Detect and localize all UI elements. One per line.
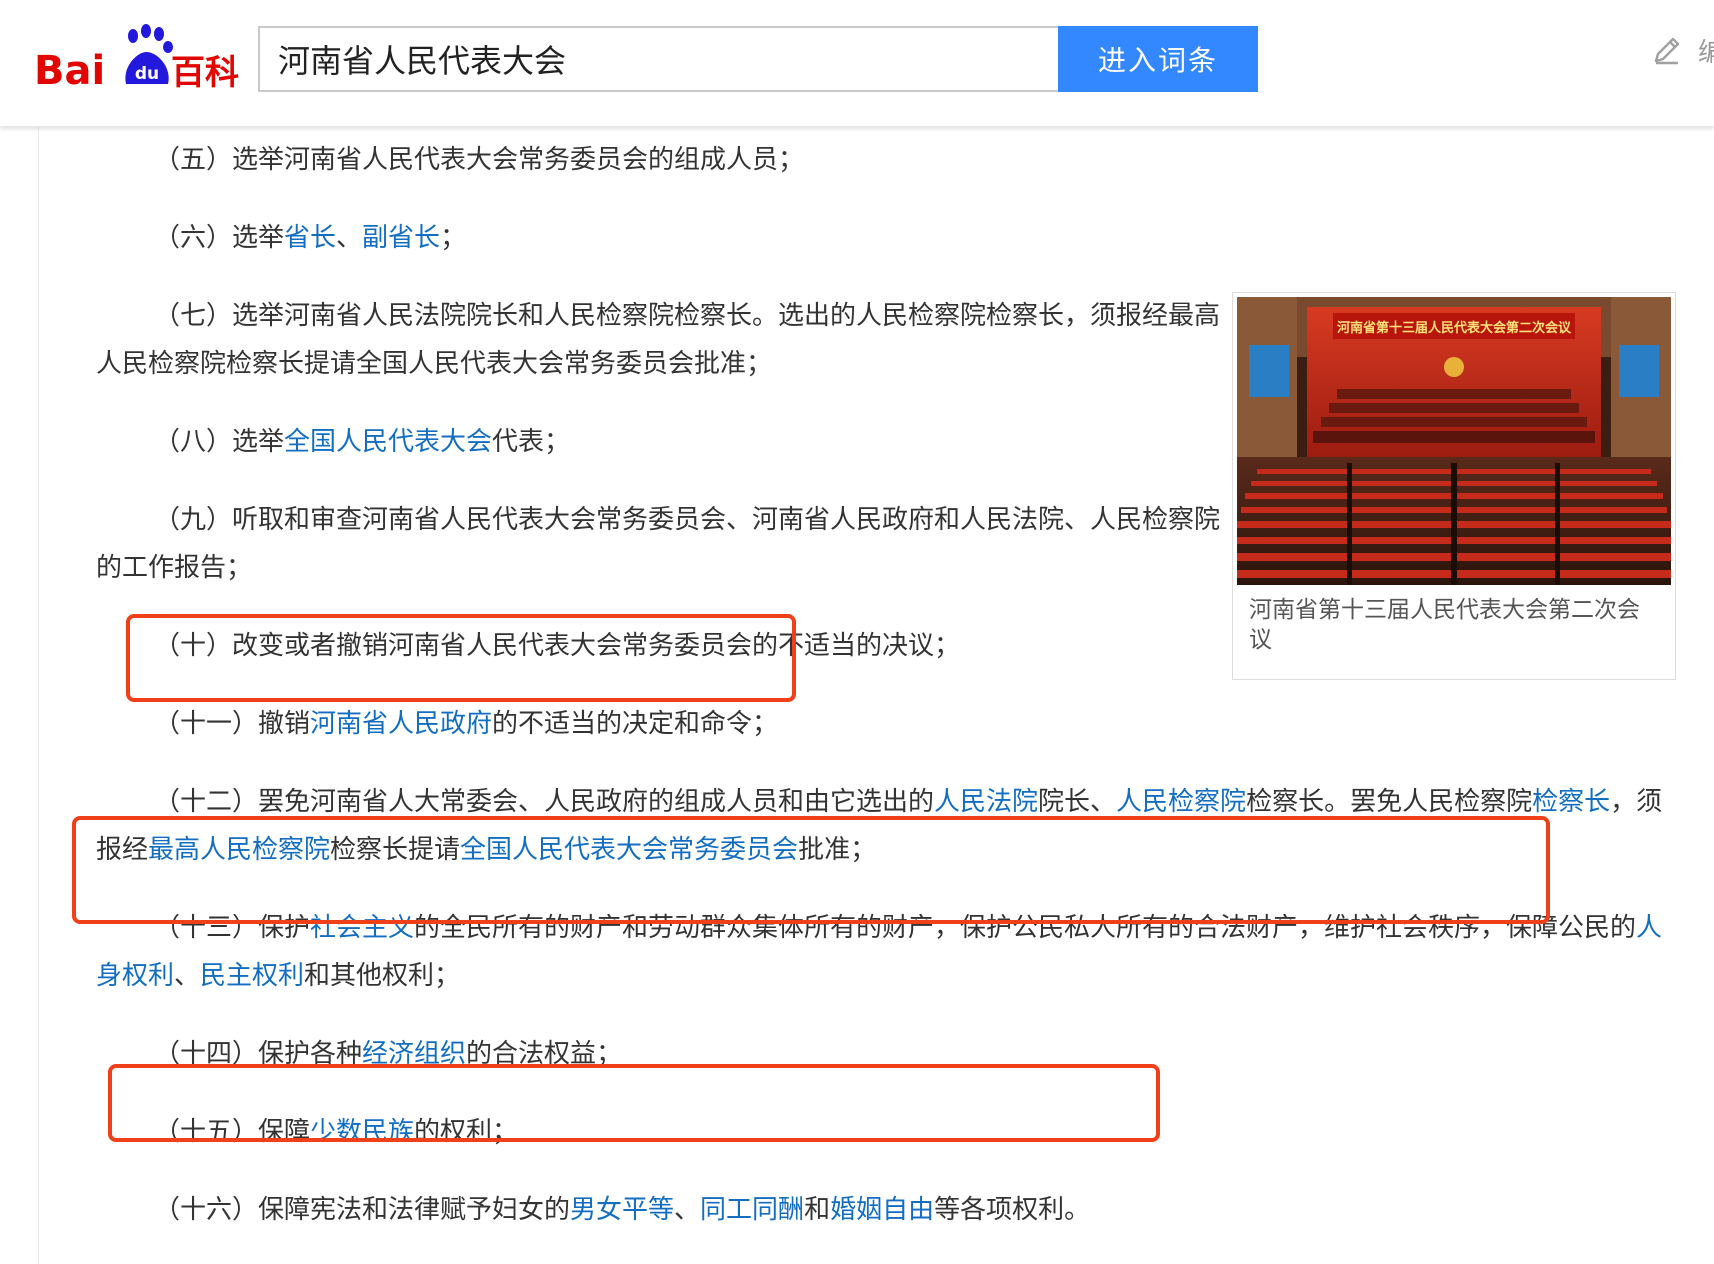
paragraph-text: （六）选举 [154, 223, 285, 253]
wiki-link[interactable]: 经济组织 [362, 1039, 466, 1069]
image-caption: 河南省第十三届人民代表大会第二次会议 [1249, 597, 1640, 653]
paragraph-text: （七）选举河南省人民法院院长和人民检察院检察长。选出的人民检察院检察长，须报经最… [96, 301, 1221, 379]
image-card[interactable]: 河南省第十三届人民代表大会第二次会议 河南省第十三届人民代表大会第二次会议 [1232, 292, 1676, 680]
paragraph-text: 院长、 [1038, 787, 1117, 817]
wiki-link[interactable]: 副省长 [362, 223, 440, 253]
paragraph-text: 、 [674, 1195, 701, 1225]
paragraph-text: 批准； [798, 835, 877, 865]
paragraph-item-11: （十一）撤销河南省人民政府的不适当的决定和命令； [96, 700, 1226, 748]
paragraph-item-9: （九）听取和审查河南省人民代表大会常务委员会、河南省人民政府和人民法院、人民检察… [96, 496, 1226, 592]
svg-text:Bai: Bai [34, 48, 105, 92]
paragraph-text: （八）选举 [154, 427, 285, 457]
paragraph-text: （十五）保障 [154, 1117, 311, 1147]
paragraph-text: 、 [174, 961, 201, 991]
paragraph-text: 等各项权利。 [934, 1195, 1091, 1225]
paragraph-text: （十三）保护 [154, 913, 311, 943]
paragraph-item-5: （五）选举河南省人民代表大会常务委员会的组成人员； [96, 136, 1226, 184]
paragraph-text: ； [440, 223, 467, 253]
paragraph-text: （十四）保护各种 [154, 1039, 363, 1069]
paragraph-item-13: （十三）保护社会主义的全民所有的财产和劳动群众集体所有的财产，保护公民私人所有的… [96, 904, 1676, 1000]
meeting-hall-image: 河南省第十三届人民代表大会第二次会议 [1237, 297, 1671, 585]
paragraph-text: 和其他权利； [304, 961, 461, 991]
top-header: du Bai 百科 进入词条 编 [0, 0, 1714, 127]
banner-text: 河南省第十三届人民代表大会第二次会议 [1337, 320, 1572, 336]
paragraph-item-15: （十五）保障少数民族的权利； [96, 1108, 1676, 1156]
paragraph-text: 的合法权益； [466, 1039, 623, 1069]
wiki-link[interactable]: 全国人民代表大会 [284, 427, 492, 457]
edit-label: 编 [1698, 37, 1714, 68]
pencil-icon [1654, 37, 1680, 65]
paragraph-text: （十二）罢免河南省人大常委会、人民政府的组成人员和由它选出的 [154, 787, 935, 817]
wiki-link[interactable]: 人民法院 [934, 787, 1038, 817]
paragraph-item-7: （七）选举河南省人民法院院长和人民检察院检察长。选出的人民检察院检察长，须报经最… [96, 292, 1226, 388]
paragraph-text: 的权利； [414, 1117, 519, 1147]
wiki-link[interactable]: 最高人民检察院 [148, 835, 330, 865]
paragraph-item-12: （十二）罢免河南省人大常委会、人民政府的组成人员和由它选出的人民法院院长、人民检… [96, 778, 1676, 874]
svg-text:du: du [135, 64, 159, 84]
wiki-link[interactable]: 人民检察院 [1116, 787, 1246, 817]
paragraph-text: 代表； [492, 427, 571, 457]
paragraph-item-16: （十六）保障宪法和法律赋予妇女的男女平等、同工同酬和婚姻自由等各项权利。 [96, 1186, 1676, 1234]
svg-text:百科: 百科 [171, 53, 239, 92]
paragraph-text: 和 [804, 1195, 831, 1225]
wiki-link[interactable]: 河南省人民政府 [310, 709, 492, 739]
wiki-link[interactable]: 少数民族 [310, 1117, 414, 1147]
search-input[interactable] [258, 26, 1058, 92]
paragraph-item-14: （十四）保护各种经济组织的合法权益； [96, 1030, 1676, 1078]
paragraph-text: 检察长提请 [330, 835, 461, 865]
wiki-link[interactable]: 检察长 [1532, 787, 1610, 817]
paragraph-item-6: （六）选举省长、副省长； [96, 214, 1226, 262]
wiki-link[interactable]: 民主权利 [200, 961, 304, 991]
paragraph-text: （五）选举河南省人民代表大会常务委员会的组成人员； [154, 145, 805, 175]
paragraph-text: 的全民所有的财产和劳动群众集体所有的财产，保护公民私人所有的合法财产，维护社会秩… [414, 913, 1637, 943]
wiki-link[interactable]: 婚姻自由 [830, 1195, 934, 1225]
paragraph-text: （十）改变或者撤销河南省人民代表大会常务委员会的不适当的决议； [154, 631, 961, 661]
baidu-baike-logo[interactable]: du Bai 百科 [34, 22, 244, 92]
wiki-link[interactable]: 省长 [284, 223, 336, 253]
wiki-link[interactable]: 全国人民代表大会常务委员会 [460, 835, 798, 865]
paragraph-text: （九）听取和审查河南省人民代表大会常务委员会、河南省人民政府和人民法院、人民检察… [96, 505, 1221, 583]
paragraph-item-10: （十）改变或者撤销河南省人民代表大会常务委员会的不适当的决议； [96, 622, 1226, 670]
baidu-baike-logo-graphic: du Bai 百科 [34, 24, 239, 92]
meeting-photo[interactable]: 河南省第十三届人民代表大会第二次会议 [1237, 297, 1671, 585]
paragraph-text: 检察长。罢免人民检察院 [1246, 787, 1533, 817]
wiki-link[interactable]: 男女平等 [570, 1195, 674, 1225]
wiki-link[interactable]: 社会主义 [310, 913, 414, 943]
edit-link[interactable]: 编 [1650, 30, 1714, 70]
enter-entry-button[interactable]: 进入词条 [1058, 26, 1258, 92]
paragraph-text: 、 [336, 223, 363, 253]
paragraph-text: 的不适当的决定和命令； [492, 709, 779, 739]
paragraph-text: （十一）撤销 [154, 709, 311, 739]
paragraph-item-8: （八）选举全国人民代表大会代表； [96, 418, 1226, 466]
wiki-link[interactable]: 同工同酬 [700, 1195, 804, 1225]
paragraph-text: （十六）保障宪法和法律赋予妇女的 [154, 1195, 571, 1225]
